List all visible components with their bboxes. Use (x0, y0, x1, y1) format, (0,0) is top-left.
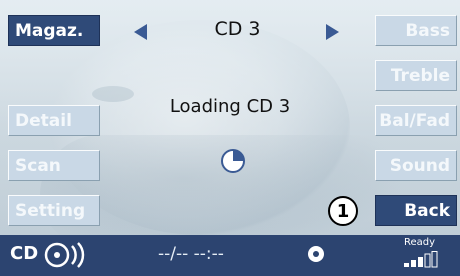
back-button[interactable]: Back (375, 195, 457, 226)
scan-button[interactable]: Scan (8, 150, 100, 181)
detail-button[interactable]: Detail (8, 105, 100, 136)
loading-status-text: Loading CD 3 (169, 96, 291, 117)
sound-button[interactable]: Sound (375, 150, 457, 181)
source-label: CD (10, 243, 39, 264)
previous-arrow-icon[interactable] (134, 24, 147, 40)
ready-label: Ready (404, 237, 436, 248)
status-bar: CD --/-- --:-- Ready (0, 235, 460, 276)
setting-button[interactable]: Setting (8, 195, 100, 226)
callout-number-badge: 1 (328, 196, 358, 226)
progress-pie-icon (221, 149, 245, 173)
track-time-readout: --/-- --:-- (158, 244, 224, 264)
magazine-button[interactable]: Magaz. (8, 15, 100, 46)
signal-strength-icon (404, 251, 438, 268)
next-arrow-icon[interactable] (326, 24, 339, 40)
cd-disc-icon (44, 242, 85, 268)
screen: Magaz. Detail Scan Setting Bass Treble B… (0, 0, 460, 276)
cd-title: CD 3 (214, 18, 261, 40)
treble-button[interactable]: Treble (375, 60, 457, 91)
record-dot-icon (308, 246, 324, 262)
balance-fader-button[interactable]: Bal/Fad (375, 105, 457, 136)
bass-button[interactable]: Bass (375, 15, 457, 46)
